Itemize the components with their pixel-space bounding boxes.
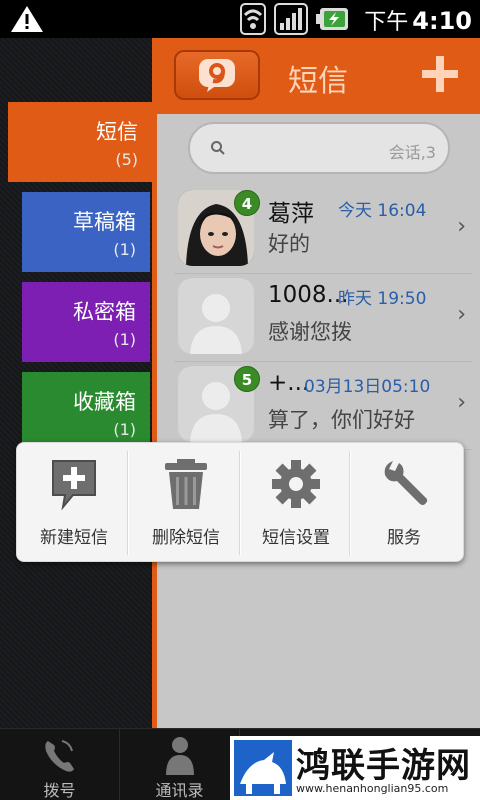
- folder-count: (5): [115, 150, 138, 169]
- chat-logo-icon: [199, 59, 235, 92]
- conversation-row[interactable]: 4 葛萍 今天 16:04 好的 ›: [174, 186, 472, 274]
- search-input[interactable]: 会话,3: [188, 122, 450, 174]
- message-preview: 感谢您拨: [268, 320, 352, 344]
- trash-icon: [165, 459, 207, 509]
- folder-drafts[interactable]: 草稿箱 (1): [22, 192, 150, 272]
- folder-inbox[interactable]: 短信 (5): [8, 102, 152, 182]
- menu-item-settings[interactable]: 短信设置: [241, 443, 351, 563]
- folder-name: 草稿箱: [73, 210, 136, 234]
- message-panel: 短信 会话,3 4 葛萍 今天 16:04 好的 › 1008... 昨天 19…: [152, 38, 480, 728]
- unread-badge: 4: [234, 190, 260, 216]
- search-placeholder: 会话,3: [388, 143, 436, 162]
- default-avatar-icon: [178, 278, 254, 354]
- tab-label: 拨号: [43, 781, 76, 800]
- folder-name: 短信: [96, 120, 138, 144]
- message-time: 今天 16:04: [338, 201, 427, 221]
- tab-contacts[interactable]: 通讯录: [120, 729, 240, 800]
- panel-title: 短信: [288, 64, 348, 99]
- tab-label: 通讯录: [155, 781, 204, 800]
- watermark-title: 鸿联手游网: [296, 746, 471, 786]
- clock-ampm: 下午: [364, 10, 409, 35]
- folder-count: (1): [113, 420, 136, 439]
- status-bar: 下午 4:10: [0, 0, 480, 38]
- menu-item-label: 服务: [387, 528, 421, 548]
- chevron-right-icon: ›: [457, 302, 466, 327]
- menu-item-delete[interactable]: 删除短信: [131, 443, 241, 563]
- clock-time: 4:10: [412, 7, 472, 35]
- watermark-url: www.henanhonglian95.com: [296, 782, 449, 795]
- tab-dialer[interactable]: 拨号: [0, 729, 120, 800]
- message-time: 03月13日05:10: [304, 377, 431, 397]
- contact-name: 1008...: [268, 282, 349, 308]
- menu-item-label: 新建短信: [40, 528, 108, 548]
- wrench-icon: [384, 461, 428, 505]
- folder-favorites[interactable]: 收藏箱 (1): [22, 372, 150, 452]
- menu-item-services[interactable]: 服务: [349, 443, 459, 563]
- menu-divider: [127, 451, 129, 555]
- watermark-logo-icon: [234, 740, 292, 796]
- watermark-banner: 鸿联手游网 www.henanhonglian95.com: [230, 736, 480, 800]
- search-icon: [211, 141, 225, 155]
- menu-item-label: 删除短信: [152, 528, 220, 548]
- gear-icon: [272, 460, 320, 508]
- clock: 下午 4:10: [364, 4, 472, 36]
- message-time: 昨天 19:50: [338, 289, 427, 309]
- battery-icon: [316, 8, 348, 30]
- folder-name: 私密箱: [73, 300, 136, 324]
- conversation-row[interactable]: 1008... 昨天 19:50 感谢您拨 ›: [174, 274, 472, 362]
- conversation-row[interactable]: 5 +... 03月13日05:10 算了，你们好好 ›: [174, 362, 472, 450]
- menu-item-label: 短信设置: [262, 528, 330, 548]
- options-menu: 新建短信 删除短信 短信设置 服务: [16, 442, 464, 562]
- warning-icon: [11, 6, 43, 32]
- panel-rail: [152, 38, 157, 728]
- chevron-right-icon: ›: [457, 214, 466, 239]
- signal-icon: [274, 3, 308, 35]
- folder-name: 收藏箱: [73, 390, 136, 414]
- panel-header: 短信: [152, 38, 480, 114]
- folder-count: (1): [113, 330, 136, 349]
- message-preview: 算了，你们好好: [268, 408, 415, 432]
- folder-count: (1): [113, 240, 136, 259]
- folder-private[interactable]: 私密箱 (1): [22, 282, 150, 362]
- message-preview: 好的: [268, 232, 310, 256]
- contacts-icon: [166, 737, 194, 775]
- phone-icon: [45, 740, 74, 772]
- chevron-right-icon: ›: [457, 390, 466, 415]
- app-logo-button[interactable]: [174, 50, 260, 100]
- unread-badge: 5: [234, 366, 260, 392]
- add-icon[interactable]: [420, 54, 460, 94]
- contact-name: 葛萍: [268, 201, 314, 227]
- new-message-icon: [52, 460, 96, 511]
- wifi-icon: [240, 3, 266, 35]
- menu-item-new-message[interactable]: 新建短信: [19, 443, 129, 563]
